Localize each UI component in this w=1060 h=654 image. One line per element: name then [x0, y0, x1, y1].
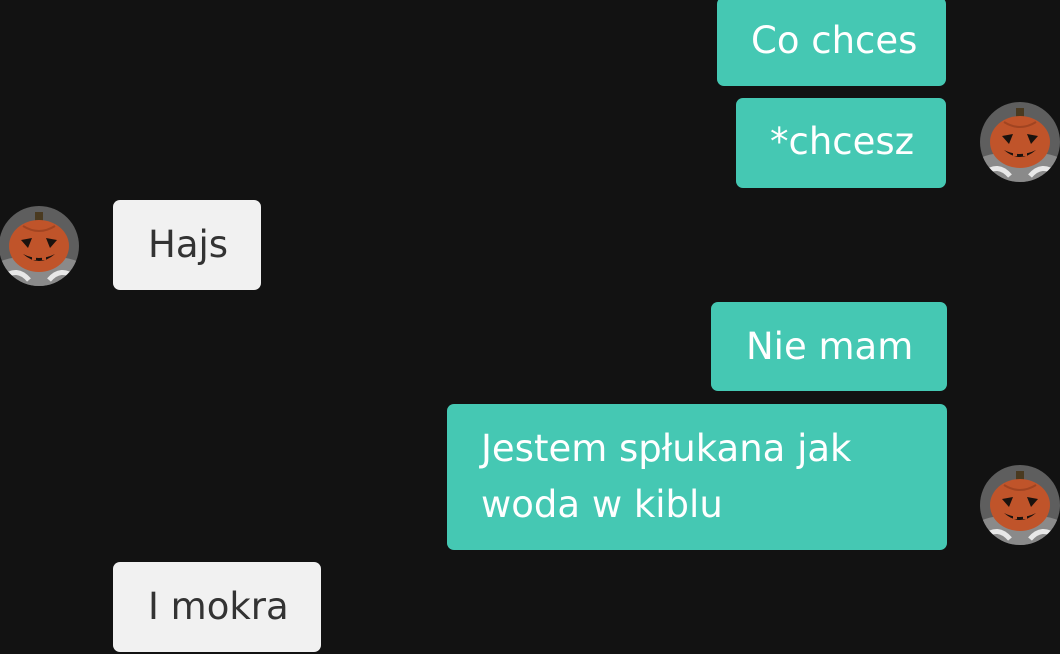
message-bubble-outgoing[interactable]: Co chces	[717, 0, 946, 86]
pumpkin-icon	[980, 465, 1060, 545]
message-bubble-outgoing[interactable]: *chcesz	[736, 98, 946, 188]
pumpkin-icon	[0, 206, 79, 286]
message-bubble-incoming[interactable]: Hajs	[113, 200, 261, 290]
contact-avatar[interactable]	[0, 206, 79, 286]
message-bubble-outgoing[interactable]: Nie mam	[711, 302, 947, 391]
contact-avatar[interactable]	[980, 465, 1060, 545]
message-bubble-outgoing[interactable]: Jestem spłukana jak woda w kiblu	[447, 404, 947, 550]
pumpkin-icon	[980, 102, 1060, 182]
contact-avatar[interactable]	[980, 102, 1060, 182]
message-bubble-incoming[interactable]: I mokra	[113, 562, 321, 652]
